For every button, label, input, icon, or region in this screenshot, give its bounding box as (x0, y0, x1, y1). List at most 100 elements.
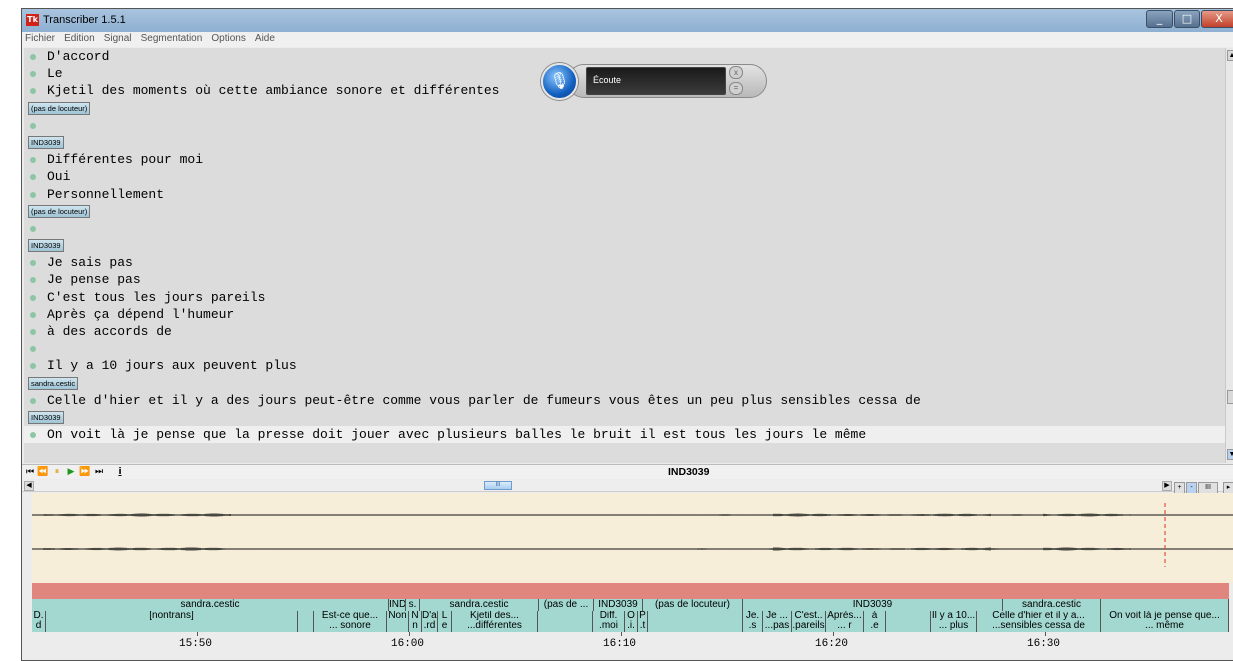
minimize-button[interactable]: _ (1146, 10, 1173, 28)
segment-tier-cell[interactable]: Diff. .moi (593, 611, 625, 632)
speaker-tier-cell[interactable]: sandra.cestic (420, 599, 539, 611)
transcript-text[interactable]: à des accords de (47, 323, 172, 340)
scroll-thumb[interactable] (1227, 390, 1233, 404)
signal-horizontal-scrollbar[interactable]: ◀ III ▶ (22, 480, 1233, 492)
speaker-turn-row[interactable]: IND3039 (24, 409, 1225, 426)
segment-tier-cell[interactable]: Après...... r (826, 611, 864, 632)
rewind-icon[interactable]: ⏪ (37, 466, 49, 478)
speaker-tier-cell[interactable]: (pas de locuteur) (643, 599, 743, 611)
sync-point-icon[interactable] (30, 277, 36, 284)
info-icon[interactable]: i (114, 466, 126, 478)
speaker-tier-cell[interactable]: sandra.cestic (1003, 599, 1101, 611)
transcript-line[interactable]: Après ça dépend l'humeur (24, 306, 1225, 323)
sync-point-icon[interactable] (30, 346, 36, 353)
segment-tier-cell[interactable] (298, 611, 314, 632)
text-vertical-scrollbar[interactable]: ▲ ▼ (1225, 48, 1233, 463)
speaker-tier-cell[interactable]: IND3039 (743, 599, 1003, 611)
transcription-text-area[interactable]: D'accord Le Kjetil des moments où cette am… (24, 48, 1225, 463)
segment-tier-cell[interactable]: On voit là je pense que...... même (1101, 611, 1229, 632)
transcript-text[interactable]: Je sais pas (47, 254, 133, 271)
speech-menu-icon[interactable]: = (729, 82, 743, 95)
speaker-turn-row[interactable]: sandra.cestic (24, 375, 1225, 392)
segment-tier-cell[interactable]: à .e (864, 611, 886, 632)
transcript-text[interactable]: Personnellement (47, 186, 164, 203)
segment-tier-cell[interactable]: P .t (638, 611, 648, 632)
sync-point-icon[interactable] (30, 88, 36, 95)
waveform-panel[interactable] (32, 493, 1233, 583)
transcript-text[interactable]: Le (47, 65, 63, 82)
menu-options[interactable]: Options (208, 32, 248, 44)
segment-tier-cell[interactable]: Nn (409, 611, 422, 632)
transcript-text[interactable]: Oui (47, 168, 70, 185)
transcript-text[interactable]: On voit là je pense que la presse doit j… (47, 426, 866, 443)
segment-tier-cell[interactable] (538, 611, 593, 632)
transcript-text[interactable]: C'est tous les jours pareils (47, 289, 265, 306)
play-icon[interactable]: ▶ (65, 466, 77, 478)
segment-tier-cell[interactable] (648, 611, 743, 632)
transcript-line[interactable]: Je pense pas (24, 271, 1225, 288)
scroll-left-arrow-icon[interactable]: ◀ (24, 481, 34, 491)
speaker-turn-row[interactable]: IND3039 (24, 237, 1225, 254)
sync-point-icon[interactable] (30, 174, 36, 181)
go-to-start-icon[interactable]: ⏮ (24, 466, 36, 478)
sync-point-icon[interactable] (30, 54, 36, 60)
sync-point-icon[interactable] (30, 225, 36, 232)
segment-tier-cell[interactable]: Est-ce que...... sonore (314, 611, 387, 632)
segment-tier-cell[interactable]: [nontrans] (46, 611, 298, 632)
transcript-text[interactable]: Différentes pour moi (47, 151, 203, 168)
speaker-tier-cell[interactable]: IND3039 (594, 599, 643, 611)
speaker-tier-cell[interactable]: (pas de ... (539, 599, 594, 611)
segment-tier-cell[interactable]: C'est.. .pareils (792, 611, 826, 632)
menu-aide[interactable]: Aide (252, 32, 278, 44)
microphone-icon[interactable]: 🎙 (541, 63, 578, 100)
transcript-line[interactable]: On voit là je pense que la presse doit j… (24, 426, 1225, 444)
signal-scroll-thumb[interactable]: III (484, 481, 512, 490)
segment-tier-cell[interactable]: O .i. (625, 611, 638, 632)
speaker-button[interactable]: (pas de locuteur) (28, 101, 91, 115)
transcript-line[interactable]: Il y a 10 jours aux peuvent plus (24, 357, 1225, 374)
maximize-button[interactable]: □ (1174, 10, 1200, 28)
scroll-up-arrow-icon[interactable]: ▲ (1227, 50, 1233, 61)
segment-tier-cell[interactable]: Le (438, 611, 452, 632)
speech-close-icon[interactable]: x (729, 66, 743, 79)
sync-point-icon[interactable] (30, 397, 36, 404)
transcript-line[interactable] (24, 117, 1225, 134)
segment-tier-cell[interactable]: D. d (32, 611, 46, 632)
menu-edition[interactable]: Edition (61, 32, 98, 44)
close-button[interactable]: X (1201, 10, 1233, 28)
segment-tier-cell[interactable]: D'a. .rd (422, 611, 438, 632)
sync-point-icon[interactable] (30, 329, 36, 335)
transcript-line[interactable] (24, 220, 1225, 237)
waveform-graph[interactable] (32, 493, 1233, 583)
sync-point-icon[interactable] (30, 294, 36, 301)
speaker-button[interactable]: (pas de locuteur) (28, 204, 91, 218)
speaker-button[interactable]: sandra.cestic (28, 376, 79, 390)
transcript-line[interactable]: Oui (24, 168, 1225, 185)
menu-segmentation[interactable]: Segmentation (138, 32, 206, 44)
speaker-tier-cell[interactable]: IND... (389, 599, 406, 611)
sync-point-icon[interactable] (30, 71, 36, 78)
speaker-button[interactable]: IND3039 (28, 239, 64, 253)
transcript-text[interactable]: Kjetil des moments où cette ambiance son… (47, 82, 499, 99)
speaker-turn-row[interactable]: (pas de locuteur) (24, 203, 1225, 220)
transcript-line[interactable]: Celle d'hier et il y a des jours peut-êt… (24, 392, 1225, 409)
segment-tier-cell[interactable]: Non (387, 611, 409, 632)
segment-tier-cell[interactable] (886, 611, 931, 632)
transcript-text[interactable]: D'accord (47, 48, 109, 65)
transcript-line[interactable]: C'est tous les jours pareils (24, 289, 1225, 306)
title-bar[interactable]: Tk Transcriber 1.5.1 _ □ X (22, 9, 1233, 32)
transcript-line[interactable]: à des accords de (24, 323, 1225, 340)
menu-signal[interactable]: Signal (101, 32, 135, 44)
sync-point-icon[interactable] (30, 122, 36, 129)
transcript-text[interactable]: Celle d'hier et il y a des jours peut-êt… (47, 392, 921, 409)
segment-tier-cell[interactable]: Celle d'hier et il y a... ...sensibles ce… (977, 611, 1101, 632)
transcript-text[interactable]: Je pense pas (47, 271, 141, 288)
transcript-line[interactable] (24, 340, 1225, 357)
speaker-tier-cell[interactable]: sandra.cestic (32, 599, 389, 611)
speaker-tier-cell[interactable] (1101, 599, 1229, 611)
sync-point-icon[interactable] (30, 363, 36, 370)
speaker-button[interactable]: IND3039 (28, 410, 64, 424)
speaker-button[interactable]: IND3039 (28, 135, 64, 149)
speaker-tier-cell[interactable]: s. (406, 599, 420, 611)
sync-point-icon[interactable] (30, 260, 36, 267)
